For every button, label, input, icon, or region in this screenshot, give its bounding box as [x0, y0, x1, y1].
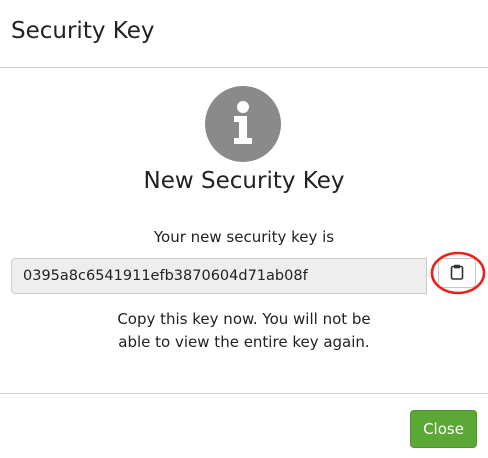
- close-button[interactable]: Close: [410, 410, 477, 448]
- clipboard-icon: [450, 264, 464, 283]
- dialog-header: Security Key: [0, 0, 488, 68]
- security-key-field[interactable]: 0395a8c6541911efb3870604d71ab08f: [11, 258, 427, 294]
- copy-warning-text: Copy this key now. You will not be able …: [117, 310, 371, 351]
- copy-key-button[interactable]: [438, 258, 476, 288]
- key-label: Your new security key is: [153, 228, 335, 246]
- info-circle-icon: [205, 86, 281, 162]
- dialog-heading: New Security Key: [143, 168, 345, 194]
- security-key-dialog: Security Key New Security Key Your new s…: [0, 0, 488, 457]
- dialog-title: Security Key: [11, 18, 155, 44]
